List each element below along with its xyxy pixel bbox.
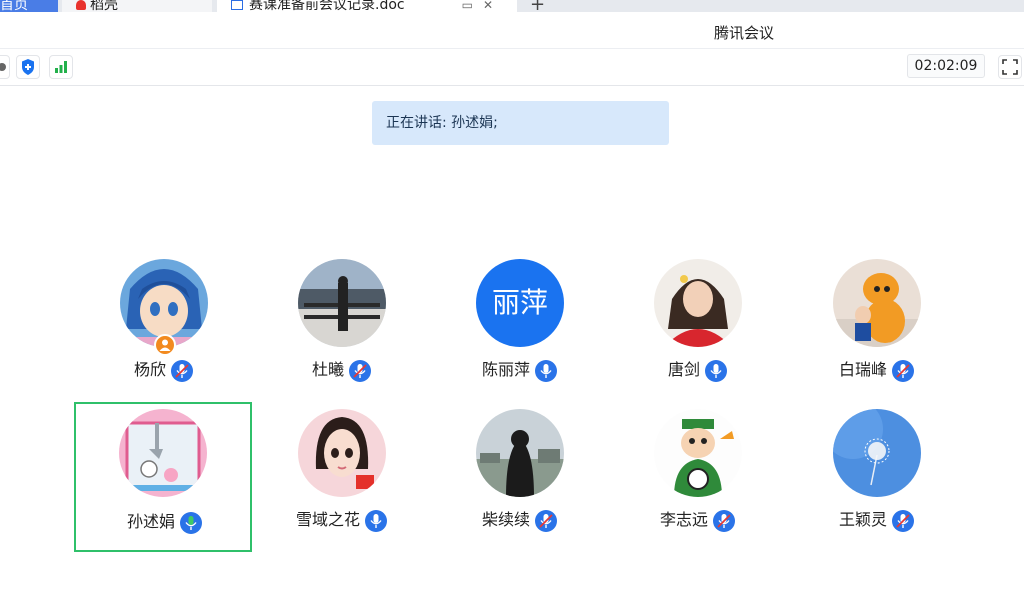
participant-name-row: 白瑞峰 [788,356,966,383]
fullscreen-icon[interactable] [998,55,1022,79]
participant-name: 王颖灵 [838,510,887,529]
participant-tile[interactable]: 李志远 [609,402,787,552]
participant-name: 杜曦 [311,360,344,379]
participant-name-row: 唐剑 [609,356,787,383]
participant-name: 白瑞峰 [838,360,887,379]
avatar [476,409,564,497]
participant-name: 孙述娟 [126,512,175,531]
muted-mic-icon [892,359,914,382]
meeting-info-icon[interactable] [0,55,10,79]
tab-home-label: 首页 [0,0,28,12]
speaking-names: 孙述娟; [451,115,498,131]
active-mic-icon [180,511,202,534]
avatar [119,409,207,497]
avatar [833,409,921,497]
security-shield-icon[interactable] [16,55,40,79]
avatar-initials: 丽萍 [476,259,564,347]
muted-mic-icon [892,509,914,532]
participant-tile[interactable]: 雪域之花 [253,402,431,552]
docer-logo-icon [76,0,86,10]
avatar: 丽萍 [476,259,564,347]
participant-name-row: 陈丽萍 [431,356,609,383]
tab-home[interactable]: 首页 [0,0,58,12]
avatar [298,259,386,347]
participant-name-row: 柴续续 [431,506,609,533]
participant-name-row: 杨欣 [75,356,253,383]
muted-mic-icon [171,359,193,382]
avatar [654,409,742,497]
speaking-label: 正在讲话: [386,115,447,131]
restore-window-icon[interactable]: ▭ [462,0,483,12]
muted-mic-icon [713,509,735,532]
new-tab-button[interactable]: + [530,0,550,12]
participant-name: 唐剑 [667,360,700,379]
tab-draft[interactable]: 稻壳 [62,0,212,12]
participant-tile[interactable]: 丽萍 陈丽萍 [431,252,609,402]
participant-name: 柴续续 [481,510,530,529]
participant-tile[interactable]: 杨欣 [75,252,253,402]
speaking-indicator: 正在讲话: 孙述娟; [372,101,669,145]
network-signal-icon[interactable] [49,55,73,79]
avatar [654,259,742,347]
mic-icon [365,509,387,532]
document-icon [231,0,243,10]
muted-mic-icon [535,509,557,532]
mic-icon [535,359,557,382]
participant-tile[interactable]: 王颖灵 [788,402,966,552]
participant-tile-active[interactable]: 孙述娟 [74,402,252,552]
tab-document-label: 赛课准备前会议记录.doc [249,0,405,12]
participant-name: 雪域之花 [295,510,360,529]
participant-tile[interactable]: 柴续续 [431,402,609,552]
app-title: 腾讯会议 [713,24,774,42]
host-badge-icon [154,334,176,356]
avatar [298,409,386,497]
meeting-toolbar: 02:02:09 [0,49,1024,86]
window-title-bar: 腾讯会议 [0,12,1024,49]
tab-document[interactable]: 赛课准备前会议记录.doc ▭✕ [217,0,517,12]
participant-name-row: 王颖灵 [788,506,966,533]
participant-name: 陈丽萍 [481,360,530,379]
participant-name-row: 杜曦 [253,356,431,383]
participant-tile[interactable]: 白瑞峰 [788,252,966,402]
avatar [833,259,921,347]
participant-name: 杨欣 [133,360,166,379]
tab-draft-label: 稻壳 [90,0,118,12]
participant-name: 李志远 [659,510,708,529]
close-tab-icon[interactable]: ✕ [483,0,503,12]
participant-name-row: 雪域之花 [253,506,431,533]
mic-icon [705,359,727,382]
participant-name-row: 李志远 [609,506,787,533]
participant-tile[interactable]: 杜曦 [253,252,431,402]
browser-tab-strip: 首页 稻壳 赛课准备前会议记录.doc ▭✕ + [0,0,1024,12]
muted-mic-icon [349,359,371,382]
participant-name-row: 孙述娟 [76,508,254,535]
meeting-timer: 02:02:09 [907,54,985,78]
participant-tile[interactable]: 唐剑 [609,252,787,402]
